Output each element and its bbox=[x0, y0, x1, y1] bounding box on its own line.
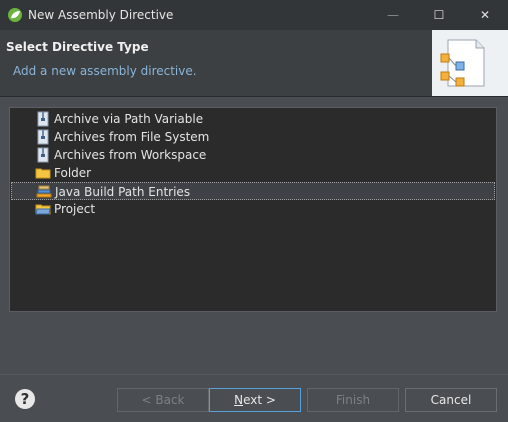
tree-item-archive-path-variable[interactable]: Archive via Path Variable bbox=[11, 110, 495, 128]
archive-icon bbox=[37, 111, 49, 127]
tree-item-label: Archive via Path Variable bbox=[54, 112, 204, 126]
title-bar: New Assembly Directive — ☐ ✕ bbox=[0, 0, 508, 30]
assembly-wizard-icon bbox=[440, 39, 485, 87]
spring-leaf-icon bbox=[8, 8, 22, 22]
tree-item-folder[interactable]: Folder bbox=[11, 164, 495, 182]
tree-item-label: Folder bbox=[54, 166, 92, 180]
help-icon: ? bbox=[20, 390, 30, 408]
next-button[interactable]: Next > bbox=[209, 388, 301, 412]
tree-item-java-build-path[interactable]: Java Build Path Entries bbox=[11, 182, 495, 200]
tree-item-label: Archives from File System bbox=[54, 130, 210, 144]
next-mnemonic: N bbox=[234, 393, 244, 407]
footer-divider bbox=[0, 374, 508, 375]
tree-item-archives-file-system[interactable]: Archives from File System bbox=[11, 128, 495, 146]
help-button[interactable]: ? bbox=[15, 389, 35, 409]
page-description: Add a new assembly directive. bbox=[13, 64, 197, 78]
back-button-label: < Back bbox=[141, 393, 185, 407]
close-icon: ✕ bbox=[479, 8, 491, 22]
wizard-banner bbox=[432, 30, 508, 96]
wizard-header: Select Directive Type Add a new assembly… bbox=[0, 30, 508, 97]
archive-icon bbox=[37, 147, 49, 163]
tree-item-label: Java Build Path Entries bbox=[55, 185, 191, 199]
window-title: New Assembly Directive bbox=[28, 8, 174, 22]
folder-icon bbox=[35, 168, 51, 179]
maximize-button[interactable]: ☐ bbox=[416, 0, 462, 30]
tree-item-archives-workspace[interactable]: Archives from Workspace bbox=[11, 146, 495, 164]
finish-button-label: Finish bbox=[335, 393, 371, 407]
next-label-rest: ext > bbox=[243, 393, 276, 407]
next-button-label: Next > bbox=[234, 393, 276, 407]
cancel-button-label: Cancel bbox=[430, 393, 472, 407]
tree-item-label: Archives from Workspace bbox=[54, 148, 207, 162]
maximize-icon: ☐ bbox=[433, 8, 445, 22]
tree-item-label: Project bbox=[54, 202, 96, 216]
tree-item-project[interactable]: Project bbox=[11, 200, 495, 218]
back-button[interactable]: < Back bbox=[117, 388, 209, 412]
minimize-button[interactable]: — bbox=[370, 0, 416, 30]
archive-icon bbox=[37, 129, 49, 145]
finish-button[interactable]: Finish bbox=[307, 388, 399, 412]
page-title: Select Directive Type bbox=[6, 40, 149, 54]
directive-type-tree[interactable]: Archive via Path Variable Archives from … bbox=[9, 107, 497, 312]
project-icon bbox=[35, 204, 51, 215]
close-button[interactable]: ✕ bbox=[462, 0, 508, 30]
cancel-button[interactable]: Cancel bbox=[405, 388, 497, 412]
library-icon bbox=[36, 185, 52, 198]
minimize-icon: — bbox=[387, 8, 399, 22]
